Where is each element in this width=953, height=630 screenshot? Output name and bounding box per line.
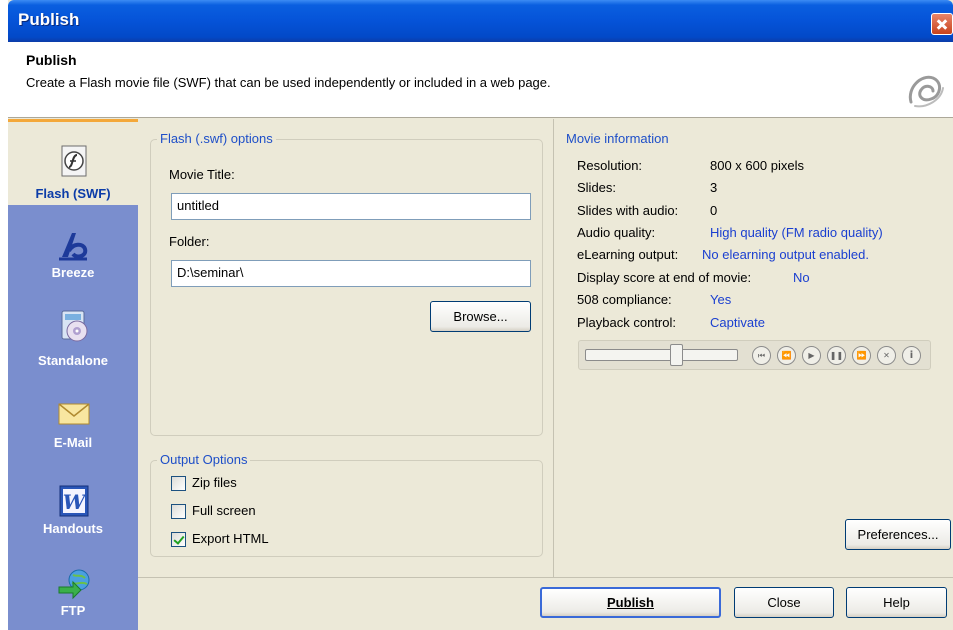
full-screen-label: Full screen <box>192 503 256 518</box>
play-icon: ▶ <box>802 346 821 365</box>
publish-dialog: Publish Publish Create a Flash movie fil… <box>8 0 953 630</box>
exit-icon: ✕ <box>877 346 896 365</box>
zip-files-label: Zip files <box>192 475 237 490</box>
sidebar-item-label: Flash (SWF) <box>35 186 111 201</box>
elearning-label: eLearning output: <box>577 247 679 262</box>
playback-value: Captivate <box>710 315 765 330</box>
sidebar-item-handouts[interactable]: W Handouts <box>8 475 138 557</box>
sidebar-item-label: Breeze <box>51 265 95 280</box>
email-envelope-icon <box>58 403 90 425</box>
output-options-title: Output Options <box>157 452 251 467</box>
sidebar-item-breeze[interactable]: Breeze <box>8 217 138 299</box>
full-screen-checkbox[interactable] <box>171 504 186 519</box>
header-title: Publish <box>26 52 77 68</box>
breeze-icon <box>59 233 88 261</box>
sidebar-item-label: Handouts <box>43 521 103 536</box>
publish-button[interactable]: Publish <box>540 587 721 618</box>
footer-divider <box>138 577 953 578</box>
dialog-header: Publish Create a Flash movie file (SWF) … <box>8 42 953 118</box>
output-options-group: Output Options Zip files Full screen Exp… <box>150 452 543 557</box>
svg-text:W: W <box>63 490 88 514</box>
slides-audio-value: 0 <box>710 203 718 218</box>
sidebar-item-label: FTP <box>60 603 86 618</box>
folder-label: Folder: <box>169 234 210 249</box>
slides-label: Slides: <box>577 180 617 195</box>
compliance-label: 508 compliance: <box>577 292 672 307</box>
playback-label: Playback control: <box>577 315 676 330</box>
seek-bar <box>585 349 738 361</box>
title-bar[interactable]: Publish <box>8 0 953 42</box>
browse-button[interactable]: Browse... <box>430 301 531 332</box>
sidebar-item-flash[interactable]: Flash (SWF) <box>8 119 138 205</box>
forward-icon: ⏩ <box>852 346 871 365</box>
folder-input[interactable]: D:\seminar\ <box>171 260 531 287</box>
pause-icon: ❚❚ <box>827 346 846 365</box>
back-icon: ⏪ <box>777 346 796 365</box>
word-document-icon: W <box>59 485 89 517</box>
compliance-value: Yes <box>710 292 732 307</box>
sidebar-item-email[interactable]: E-Mail <box>8 389 138 471</box>
sidebar-item-label: E-Mail <box>53 435 93 450</box>
movie-info-title: Movie information <box>566 131 669 146</box>
slides-value: 3 <box>710 180 718 195</box>
standalone-cd-icon <box>61 310 88 342</box>
movie-title-input[interactable]: untitled <box>171 193 531 220</box>
info-icon: i <box>902 346 921 365</box>
resolution-label: Resolution: <box>577 158 643 173</box>
header-description: Create a Flash movie file (SWF) that can… <box>26 75 551 90</box>
playback-control-preview: ⏮ ⏪ ▶ ❚❚ ⏩ ✕ i <box>578 340 931 370</box>
audio-quality-label: Audio quality: <box>577 225 656 240</box>
publish-target-sidebar: Flash (SWF) Breeze Standalone E-Mail W H… <box>8 119 138 630</box>
ftp-transfer-icon <box>58 569 90 600</box>
flash-options-title: Flash (.swf) options <box>157 131 276 146</box>
help-button[interactable]: Help <box>846 587 947 618</box>
zip-files-checkbox[interactable] <box>171 476 186 491</box>
window-title: Publish <box>18 10 80 29</box>
captivate-logo-icon <box>908 75 944 108</box>
slides-audio-label: Slides with audio: <box>577 203 679 218</box>
sidebar-item-standalone[interactable]: Standalone <box>8 303 138 385</box>
movie-information-panel: Movie information Resolution: 800 x 600 … <box>554 119 953 578</box>
sidebar-item-label: Standalone <box>37 353 109 368</box>
movie-title-label: Movie Title: <box>169 167 235 182</box>
resolution-value: 800 x 600 pixels <box>710 158 804 173</box>
export-html-label: Export HTML <box>192 531 269 546</box>
sidebar-item-ftp[interactable]: FTP <box>8 561 138 630</box>
flash-options-group: Flash (.swf) options Movie Title: untitl… <box>150 131 543 436</box>
display-score-label: Display score at end of movie: <box>577 270 752 285</box>
elearning-value: No elearning output enabled. <box>702 247 869 262</box>
close-button[interactable]: Close <box>734 587 834 618</box>
seek-thumb <box>670 344 683 366</box>
close-window-button[interactable] <box>931 13 953 35</box>
flash-icon <box>61 145 87 177</box>
rewind-start-icon: ⏮ <box>752 346 771 365</box>
export-html-checkbox[interactable] <box>171 532 186 547</box>
audio-quality-value: High quality (FM radio quality) <box>710 225 883 240</box>
display-score-value: No <box>793 270 810 285</box>
preferences-button[interactable]: Preferences... <box>845 519 951 550</box>
